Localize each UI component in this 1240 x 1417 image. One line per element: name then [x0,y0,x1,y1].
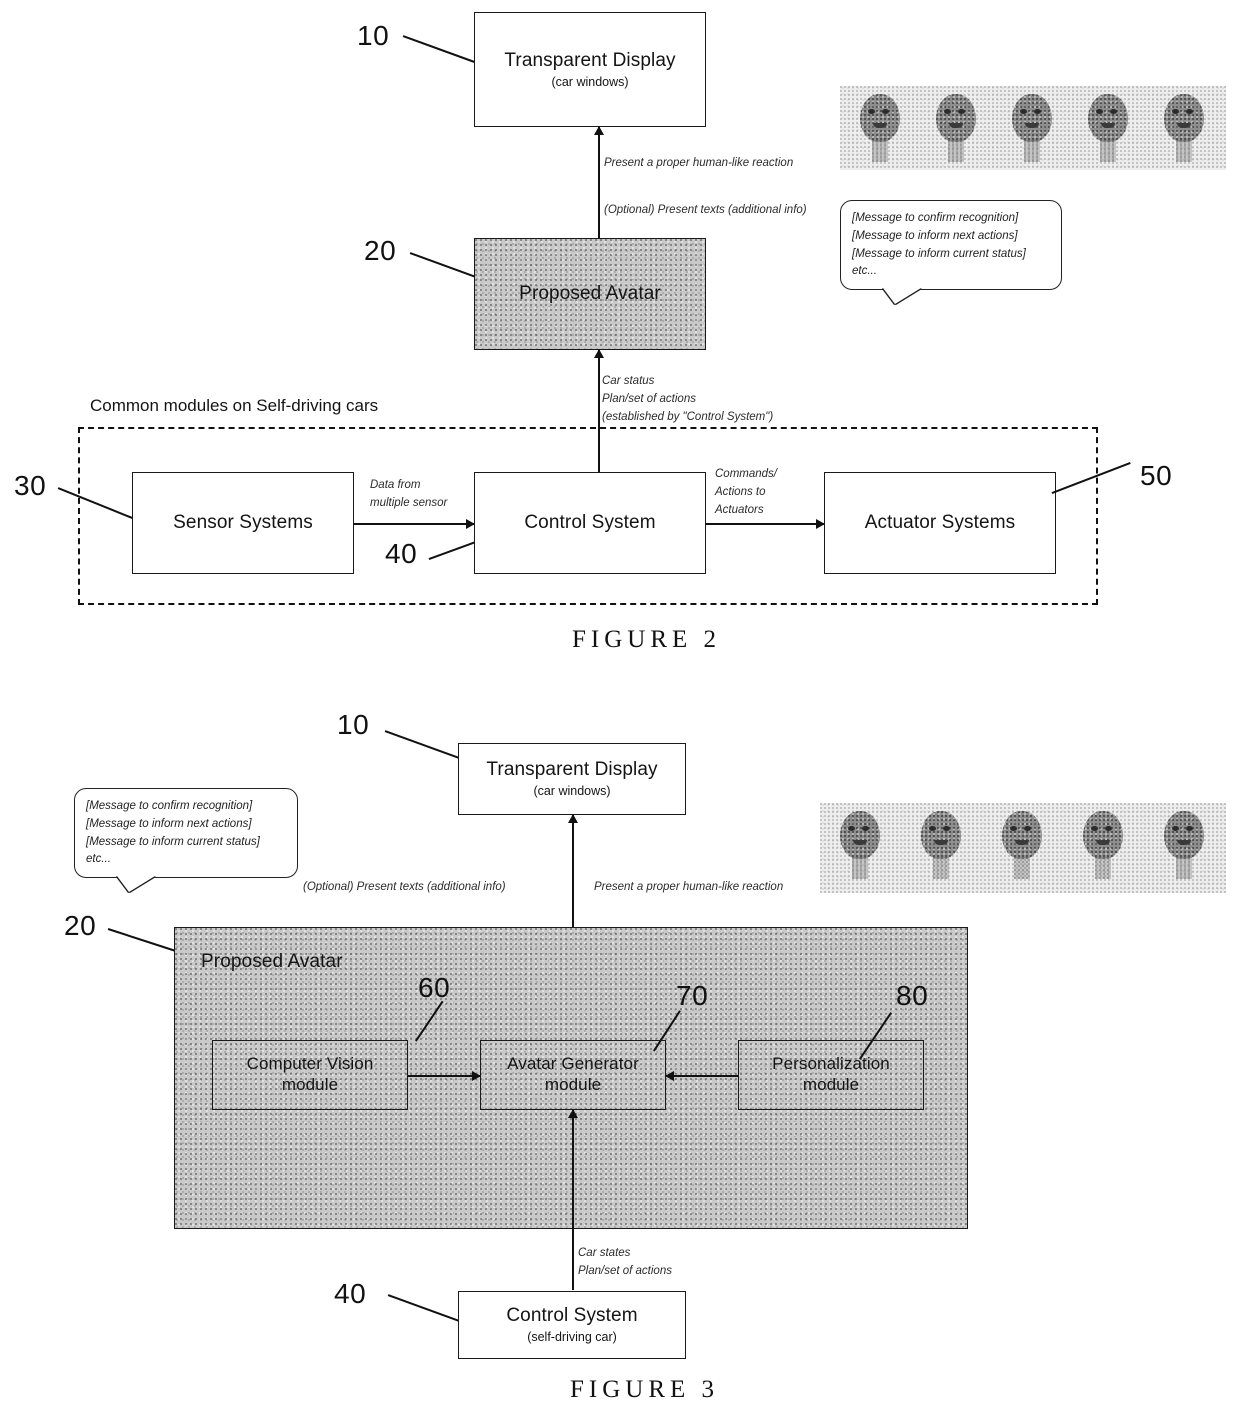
box-subtitle: (self-driving car) [527,1330,617,1345]
numeral-20-fig3: 20 [64,910,97,941]
leader-line-40-fig3 [387,1294,460,1323]
annotation-reaction-fig3: Present a proper human-like reaction [594,881,784,893]
annotation-line: Plan/set of actions [602,392,696,405]
box-title-line2: module [544,1075,602,1094]
annotation-line: Commands/ [715,468,777,480]
numeral-70-fig3: 70 [676,980,709,1011]
numeral-10-fig2: 10 [357,20,390,51]
leader-line-20-fig2 [409,252,479,279]
avatar-face [1002,92,1064,164]
numeral-80-fig3: 80 [896,980,929,1011]
leader-line-10-fig2 [402,35,479,65]
box-title: Proposed Avatar [519,283,661,305]
avatar-face [850,92,912,164]
box-control-system-fig3: Control System (self-driving car) [458,1291,686,1359]
box-title-line2: module [802,1075,860,1094]
box-personalization-module-fig3: Personalization module [738,1040,924,1110]
annotation-line: Actuators [715,503,764,516]
avatar-expression-strip-fig2 [840,86,1226,170]
avatar-face [1073,809,1135,887]
patent-figure-sheet: 10 Transparent Display (car windows) Pre… [0,0,1240,1417]
box-avatar-generator-module-fig3: Avatar Generator module [480,1040,666,1110]
box-actuator-systems-fig2: Actuator Systems [824,472,1056,574]
avatar-face [830,809,892,887]
numeral-40-fig2: 40 [385,538,418,569]
region-label-common-modules: Common modules on Self-driving cars [90,396,379,415]
bubble-line: [Message to confirm recognition] [86,800,253,812]
annotation-reaction-fig2: Present a proper human-like reaction [604,157,794,169]
box-sensor-systems-fig2: Sensor Systems [132,472,354,574]
annotation-actuator-commands-fig2: Commands/ Actions to Actuators [715,466,777,519]
annotation-line: Plan/set of actions [578,1264,672,1277]
box-title: Proposed Avatar [201,951,343,972]
speech-bubble-fig2: [Message to confirm recognition] [Messag… [840,200,1062,305]
box-subtitle: (car windows) [533,784,611,799]
bubble-line: etc... [852,265,877,278]
annotation-texts-fig2: (Optional) Present texts (additional inf… [604,204,807,216]
box-subtitle: (car windows) [551,74,629,89]
box-computer-vision-module-fig3: Computer Vision module [212,1040,408,1110]
bubble-line: [Message to inform current status] [86,835,260,848]
avatar-face [1154,809,1216,887]
annotation-sensor-data-fig2: Data from multiple sensor [370,477,447,513]
bubble-tail [117,876,155,893]
avatar-face [1154,92,1216,164]
avatar-face [926,92,988,164]
bubble-line: etc... [86,853,111,866]
annotation-line: Actions to [715,485,766,498]
box-title: Transparent Display [486,759,658,781]
bubble-line: [Message to inform next actions] [852,229,1018,242]
box-control-system-fig2: Control System [474,472,706,574]
box-title: Control System [506,1305,638,1327]
numeral-60-fig3: 60 [418,972,451,1003]
avatar-face [911,809,973,887]
box-transparent-display-fig3: Transparent Display (car windows) [458,743,686,815]
box-transparent-display-fig2: Transparent Display (car windows) [474,12,706,127]
box-title-line1: Avatar Generator [507,1054,639,1074]
box-title: Sensor Systems [173,512,313,534]
box-title-line1: Personalization [772,1054,890,1074]
numeral-40-fig3: 40 [334,1278,367,1309]
annotation-line: Car states [578,1247,631,1259]
avatar-face [992,809,1054,887]
bubble-line: [Message to inform current status] [852,247,1026,260]
annotation-line: (established by "Control System") [602,410,774,423]
speech-bubble-fig3: [Message to confirm recognition] [Messag… [74,788,298,893]
bubble-line: [Message to confirm recognition] [852,212,1019,224]
annotation-car-status-fig2: Car status Plan/set of actions (establis… [602,373,773,426]
numeral-10-fig3: 10 [337,709,370,740]
annotation-car-states-fig3: Car states Plan/set of actions [578,1245,672,1281]
bubble-tail [883,288,921,305]
box-title-line2: module [281,1075,339,1094]
box-title: Actuator Systems [864,512,1016,534]
box-title: Transparent Display [504,49,676,71]
box-title-line1: Computer Vision [246,1054,374,1074]
box-proposed-avatar-fig2: Proposed Avatar [474,238,706,350]
numeral-30-fig2: 30 [14,470,47,501]
avatar-face [1078,92,1140,164]
figure-caption-3: FIGURE 3 [570,1376,720,1403]
annotation-texts-fig3: (Optional) Present texts (additional inf… [303,881,506,893]
leader-line-20-fig3 [107,928,177,953]
leader-line-10-fig3 [384,730,463,761]
numeral-50-fig2: 50 [1140,460,1173,491]
annotation-line: Car status [602,375,655,387]
annotation-line: multiple sensor [370,496,448,509]
bubble-line: [Message to inform next actions] [86,817,252,830]
avatar-expression-strip-fig3 [820,803,1226,893]
box-title: Control System [524,512,656,534]
figure-caption-2: FIGURE 2 [572,626,722,653]
numeral-20-fig2: 20 [364,235,397,266]
annotation-line: Data from [370,479,421,491]
